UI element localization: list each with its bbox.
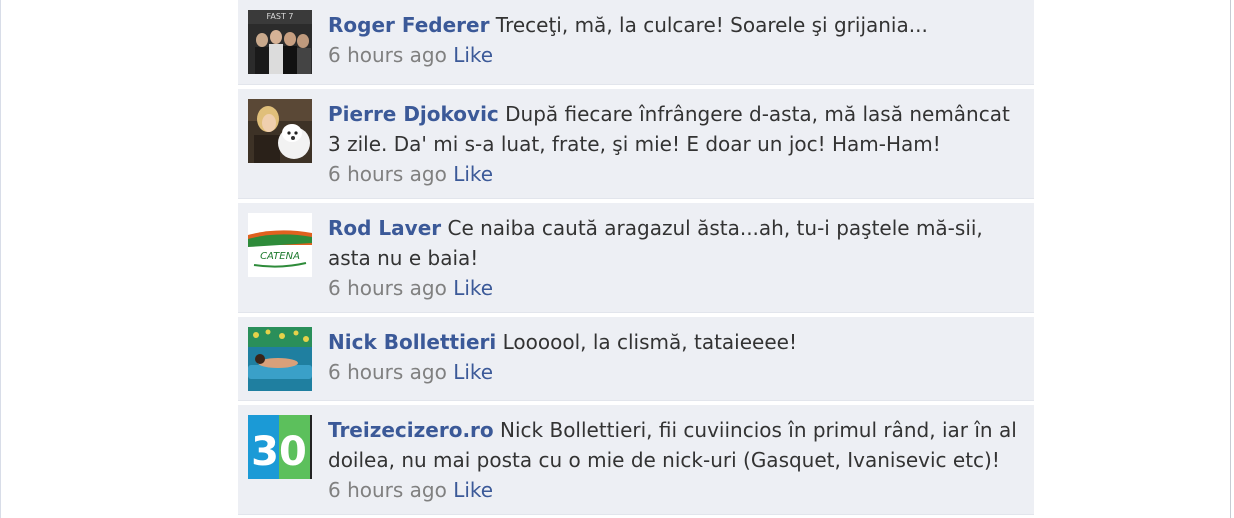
avatar[interactable]: CATENA (248, 213, 312, 277)
band-photo-avatar: FAST 7 (248, 10, 312, 74)
comment-author-link[interactable]: Treizecizero.ro (328, 418, 494, 442)
right-border (1230, 0, 1231, 518)
comment-text: Loooool, la clismă, tataieeee! (502, 330, 797, 354)
comment-author-link[interactable]: Roger Federer (328, 13, 489, 37)
comment-item: Pierre Djokovic După fiecare înfrângere … (238, 89, 1034, 199)
comment-body: Treizecizero.ro Nick Bollettieri, fii cu… (328, 415, 1022, 505)
comment-author-link[interactable]: Rod Laver (328, 216, 441, 240)
comment-item: Nick Bollettieri Loooool, la clismă, tat… (238, 317, 1034, 401)
comment-timestamp[interactable]: 6 hours ago (328, 43, 447, 67)
comment-meta: 6 hours ago Like (328, 40, 1022, 70)
like-link[interactable]: Like (453, 276, 493, 300)
like-link[interactable]: Like (453, 478, 493, 502)
comment-meta: 6 hours ago Like (328, 159, 1022, 189)
comment-meta: 6 hours ago Like (328, 475, 1022, 505)
like-link[interactable]: Like (453, 43, 493, 67)
comment-timestamp[interactable]: 6 hours ago (328, 162, 447, 186)
avatar-logo-text: 30 (251, 429, 307, 475)
comment-item: 30 Treizecizero.ro Nick Bollettieri, fii… (238, 405, 1034, 515)
page: FAST 7 Roger Federer Treceţi, mă, la cul… (0, 0, 1234, 518)
comment-timestamp[interactable]: 6 hours ago (328, 276, 447, 300)
comment-body: Rod Laver Ce naiba caută aragazul ăsta..… (328, 213, 1022, 303)
comment-meta: 6 hours ago Like (328, 357, 1022, 387)
comment-meta: 6 hours ago Like (328, 273, 1022, 303)
avatar-logo-text: FAST 7 (267, 12, 294, 21)
avatar[interactable]: FAST 7 (248, 10, 312, 74)
comment-timestamp[interactable]: 6 hours ago (328, 360, 447, 384)
comment-body: Roger Federer Treceţi, mă, la culcare! S… (328, 10, 1022, 70)
comment-body: Pierre Djokovic După fiecare înfrângere … (328, 99, 1022, 189)
comment-text: Treceţi, mă, la culcare! Soarele şi grij… (495, 13, 928, 37)
avatar[interactable]: 30 (248, 415, 312, 479)
catena-logo-avatar: CATENA (248, 213, 312, 277)
like-link[interactable]: Like (453, 360, 493, 384)
treizecizero-logo-avatar: 30 (248, 415, 312, 479)
comment-author-link[interactable]: Pierre Djokovic (328, 102, 499, 126)
comment-author-link[interactable]: Nick Bollettieri (328, 330, 496, 354)
like-link[interactable]: Like (453, 162, 493, 186)
avatar-logo-text: CATENA (260, 251, 300, 262)
comment-item: FAST 7 Roger Federer Treceţi, mă, la cul… (238, 0, 1034, 85)
avatar[interactable] (248, 327, 312, 391)
left-border (0, 0, 1, 518)
person-with-dog-avatar (248, 99, 312, 163)
pool-photo-avatar (248, 327, 312, 391)
comment-item: CATENA Rod Laver Ce naiba caută aragazul… (238, 203, 1034, 313)
comment-body: Nick Bollettieri Loooool, la clismă, tat… (328, 327, 1022, 387)
avatar[interactable] (248, 99, 312, 163)
comment-timestamp[interactable]: 6 hours ago (328, 478, 447, 502)
